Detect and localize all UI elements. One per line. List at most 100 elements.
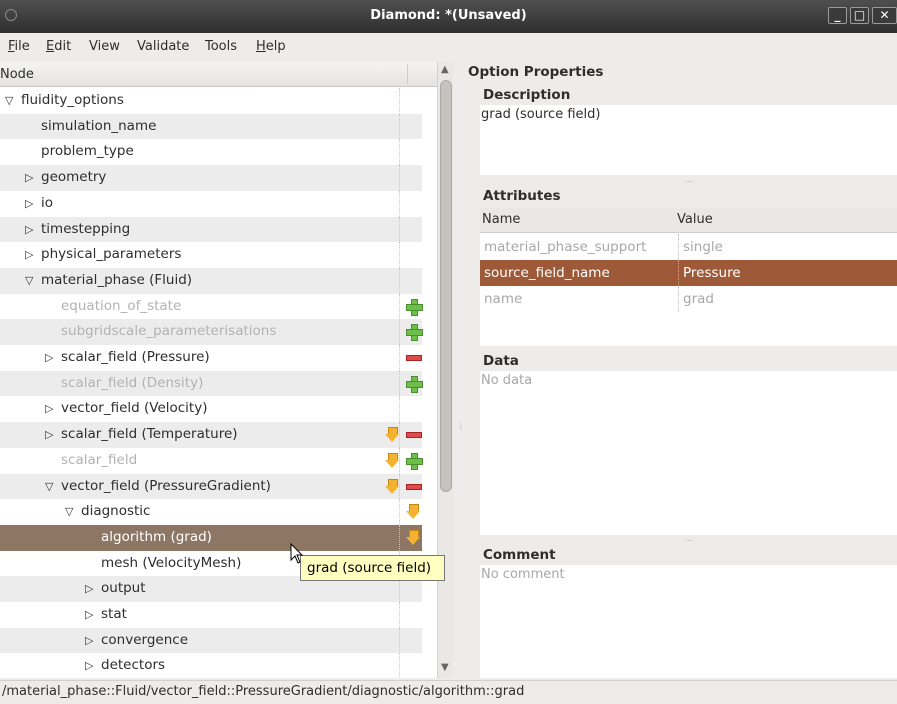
expander-open-icon[interactable]: ▽ xyxy=(25,268,33,294)
attribute-value[interactable]: Pressure xyxy=(678,260,741,286)
menu-view[interactable]: View xyxy=(89,39,120,54)
column-divider xyxy=(399,345,400,371)
column-divider xyxy=(399,190,400,217)
expander-open-icon[interactable]: ▽ xyxy=(45,474,53,500)
tree-row[interactable]: ▽ material_phase (Fluid) xyxy=(0,267,422,294)
tree-row[interactable]: problem_type xyxy=(0,139,422,166)
expander-closed-icon[interactable]: ▷ xyxy=(85,653,93,678)
attributes-title: Attributes xyxy=(483,188,561,204)
attribute-value[interactable]: grad xyxy=(678,286,714,312)
data-grip-icon[interactable]: ⋯ xyxy=(685,536,693,545)
duplicate-icon[interactable] xyxy=(385,427,399,443)
tree-row-label: detectors xyxy=(101,657,166,674)
add-icon[interactable] xyxy=(406,324,423,342)
tree-row-label: equation_of_state xyxy=(61,297,182,314)
column-divider xyxy=(399,242,400,269)
pane-splitter[interactable]: ⋮ xyxy=(453,62,465,678)
splitter-grip-icon: ⋮ xyxy=(457,422,465,431)
expander-closed-icon[interactable]: ▷ xyxy=(45,396,53,422)
tree-row[interactable]: ▷ scalar_field (Temperature) xyxy=(0,422,422,449)
tree-row-label: fluidity_options xyxy=(21,92,124,108)
menu-file[interactable]: File xyxy=(8,39,30,54)
tree-row[interactable]: subgridscale_parameterisations xyxy=(0,319,423,346)
tree-row[interactable]: scalar_field (Density) xyxy=(0,370,423,397)
expander-closed-icon[interactable]: ▷ xyxy=(25,191,33,217)
attribute-value[interactable]: single xyxy=(678,234,723,260)
column-divider xyxy=(399,653,400,678)
attribute-row[interactable]: material_phase_support single xyxy=(480,234,897,260)
column-divider xyxy=(399,524,400,551)
properties-heading: Option Properties xyxy=(468,64,604,80)
menu-edit[interactable]: Edit xyxy=(46,39,71,54)
expander-open-icon[interactable]: ▽ xyxy=(5,88,13,114)
attributes-header: Name Value xyxy=(480,208,897,233)
tree-row[interactable]: ▽ diagnostic xyxy=(0,499,422,526)
expander-closed-icon[interactable]: ▷ xyxy=(45,422,53,448)
column-divider xyxy=(399,267,400,294)
tree-row[interactable]: ▷ convergence xyxy=(0,627,422,654)
duplicate-icon[interactable] xyxy=(385,478,399,494)
tree-row[interactable]: ▷ detectors xyxy=(0,653,422,678)
menu-help[interactable]: Help xyxy=(256,39,286,54)
description-grip-icon[interactable]: ⋯ xyxy=(685,177,693,186)
tree-row[interactable]: ▷ physical_parameters xyxy=(0,242,422,269)
attribute-row[interactable]: source_field_name Pressure xyxy=(480,260,897,286)
add-icon[interactable] xyxy=(406,298,423,316)
tree-row[interactable]: ▷ vector_field (Velocity) xyxy=(0,396,422,423)
tooltip: grad (source field) xyxy=(300,555,445,581)
duplicate-icon[interactable] xyxy=(406,504,420,520)
tree-row[interactable]: equation_of_state xyxy=(0,293,423,320)
menu-validate[interactable]: Validate xyxy=(137,39,189,54)
data-box[interactable]: No data xyxy=(480,371,897,535)
remove-icon[interactable] xyxy=(406,432,422,439)
close-button[interactable]: ✕ xyxy=(872,7,897,24)
maximize-button[interactable]: □ xyxy=(850,7,869,24)
window-title: Diamond: *(Unsaved) xyxy=(370,8,527,23)
expander-closed-icon[interactable]: ▷ xyxy=(85,576,93,602)
tree-row-label: geometry xyxy=(41,169,107,186)
remove-icon[interactable] xyxy=(406,355,422,361)
expander-closed-icon[interactable]: ▷ xyxy=(25,217,33,243)
tree-row-label: scalar_field (Temperature) xyxy=(61,426,238,443)
attr-col-name[interactable]: Name xyxy=(482,212,520,227)
tree-row[interactable]: ▽ vector_field (PressureGradient) xyxy=(0,473,422,500)
tree-scrollbar[interactable]: ▲ ▼ xyxy=(437,62,453,678)
expander-open-icon[interactable]: ▽ xyxy=(65,499,73,525)
column-separator[interactable] xyxy=(407,64,408,84)
scroll-up-icon[interactable]: ▲ xyxy=(441,64,449,75)
tree-row[interactable]: algorithm (grad) xyxy=(0,524,422,551)
description-box[interactable]: grad (source field) xyxy=(480,105,897,175)
tree-row-label: convergence xyxy=(101,631,189,648)
tree-row[interactable]: simulation_name xyxy=(0,113,422,140)
comment-title: Comment xyxy=(483,547,556,563)
expander-closed-icon[interactable]: ▷ xyxy=(85,628,93,654)
attribute-row[interactable]: name grad xyxy=(480,286,897,312)
options-tree[interactable]: Node ▽ fluidity_options simulation_name pro… xyxy=(0,62,437,678)
remove-icon[interactable] xyxy=(406,483,422,490)
minimize-button[interactable]: _ xyxy=(828,7,847,24)
tree-row[interactable]: ▷ timestepping xyxy=(0,216,422,243)
tree-row[interactable]: scalar_field xyxy=(0,447,423,474)
node-column-label: Node xyxy=(0,67,34,82)
expander-closed-icon[interactable]: ▷ xyxy=(25,165,33,191)
duplicate-icon[interactable] xyxy=(385,452,399,468)
column-divider xyxy=(399,422,400,449)
menu-tools[interactable]: Tools xyxy=(205,39,237,54)
tree-row[interactable]: ▷ io xyxy=(0,190,422,217)
attribute-name: source_field_name xyxy=(484,265,610,281)
add-icon[interactable] xyxy=(406,375,423,393)
attr-col-value[interactable]: Value xyxy=(677,212,713,227)
tree-column-header[interactable]: Node xyxy=(0,62,437,87)
scroll-down-icon[interactable]: ▼ xyxy=(441,662,449,673)
tree-row[interactable]: ▽ fluidity_options xyxy=(0,88,422,114)
expander-closed-icon[interactable]: ▷ xyxy=(25,242,33,268)
tree-row[interactable]: ▷ stat xyxy=(0,602,422,628)
tree-row[interactable]: ▷ geometry xyxy=(0,165,422,192)
scrollbar-thumb[interactable] xyxy=(440,80,452,492)
duplicate-icon[interactable] xyxy=(406,529,420,545)
add-icon[interactable] xyxy=(406,452,423,470)
expander-closed-icon[interactable]: ▷ xyxy=(45,345,53,371)
expander-closed-icon[interactable]: ▷ xyxy=(85,602,93,628)
tree-row[interactable]: ▷ scalar_field (Pressure) xyxy=(0,345,422,371)
comment-box[interactable]: No comment xyxy=(480,565,897,678)
